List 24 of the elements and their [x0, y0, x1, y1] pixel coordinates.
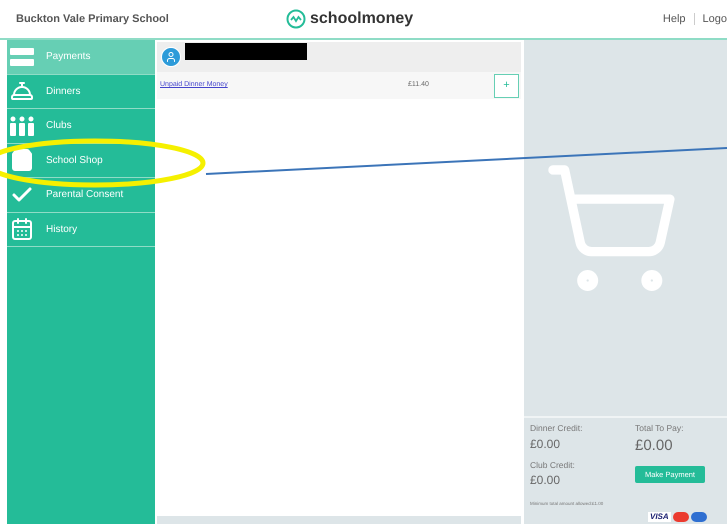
header-link[interactable]: Logo: [702, 10, 727, 28]
club-credit-label: Club Credit:: [530, 458, 576, 472]
school-name: Buckton Vale Primary School: [16, 12, 170, 27]
avatar-icon: [161, 47, 181, 67]
add-button[interactable]: +: [494, 74, 519, 98]
dinner-credit-value: £0.00: [530, 436, 562, 452]
logo-icon: [286, 9, 306, 29]
people-icon: [10, 116, 34, 136]
sidebar-item[interactable]: Dinners: [7, 74, 155, 109]
card-icon: [10, 48, 34, 66]
header-link[interactable]: Help: [662, 10, 686, 28]
club-credit-value: £0.00: [530, 472, 562, 490]
card-logo-icon: [672, 512, 689, 522]
card-logo-icon: [690, 512, 707, 522]
card-brand-logo: VISA: [648, 512, 671, 522]
sidebar-item[interactable]: School Shop: [7, 144, 155, 178]
dinner-credit-label: Dinner Credit:: [530, 422, 584, 434]
logo-text: schoolmoney: [310, 9, 414, 29]
sidebar-item[interactable]: History: [7, 212, 155, 247]
total-label: Total To Pay:: [635, 422, 685, 434]
sidebar-item[interactable]: Payments: [7, 40, 155, 74]
total-value: £0.00: [635, 436, 674, 456]
shopping-bag-icon: [10, 148, 34, 172]
calendar-icon: [10, 217, 34, 242]
